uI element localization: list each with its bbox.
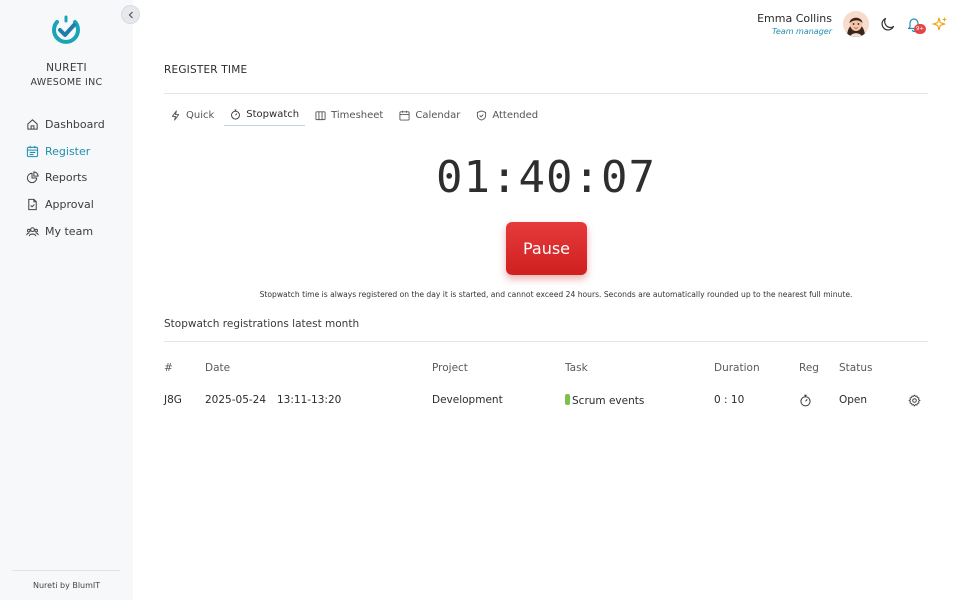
team-icon (26, 226, 39, 236)
row-duration: 0 : 10 (714, 394, 745, 406)
task-color-tag (565, 394, 570, 405)
tab-label: Attended (492, 109, 539, 121)
tab-label: Timesheet (331, 109, 384, 121)
user-avatar-icon (843, 11, 869, 37)
title-divider (164, 93, 928, 94)
avatar[interactable] (843, 11, 869, 37)
tab-label: Calendar (415, 109, 461, 121)
column-header-status: Status (839, 362, 873, 374)
section-title: Stopwatch registrations latest month (164, 318, 360, 330)
column-header-reg: Reg (799, 362, 819, 374)
collapse-sidebar-button[interactable] (121, 5, 140, 24)
tab-timesheet[interactable]: Timesheet (309, 104, 389, 126)
tab-label: Stopwatch (246, 109, 300, 120)
tab-label: Quick (186, 109, 215, 121)
stopwatch-notice: Stopwatch time is always registered on t… (259, 290, 853, 299)
column-header-task: Task (565, 362, 588, 374)
stopwatch-timer: 01:40:07 (436, 152, 656, 203)
row-id: J8G (164, 394, 182, 406)
tab-quick[interactable]: Quick (164, 104, 220, 126)
lightning-icon (171, 109, 180, 121)
sidebar-item-label: My team (45, 224, 94, 238)
columns-icon (315, 110, 326, 120)
column-header-duration: Duration (714, 362, 760, 374)
sidebar-item-dashboard[interactable]: Dashboard (26, 111, 105, 138)
nureti-logo-icon (52, 15, 80, 44)
register-tabs: Quick Stopwatch Timesheet Calendar Atten… (164, 104, 548, 126)
gear-icon[interactable] (908, 394, 921, 407)
home-icon (27, 119, 38, 130)
column-header-id: # (164, 362, 173, 374)
sidebar-item-label: Dashboard (45, 117, 105, 131)
chevron-left-icon (128, 11, 133, 18)
sparkle-ai-icon[interactable] (932, 16, 948, 32)
org-subname: AWESOME INC (30, 77, 103, 88)
notification-badge: 9+ (914, 24, 926, 34)
row-task: Scrum events (565, 394, 644, 407)
row-time: 13:11-13:20 (277, 394, 342, 406)
org-name: NURETI (46, 62, 87, 74)
pause-button[interactable]: Pause (506, 222, 587, 275)
user-name: Emma Collins (757, 12, 832, 25)
tab-calendar[interactable]: Calendar (393, 104, 466, 126)
sidebar-item-my-team[interactable]: My team (26, 218, 105, 245)
tab-stopwatch[interactable]: Stopwatch (224, 104, 306, 126)
calendar-icon (399, 110, 410, 121)
user-role: Team manager (771, 27, 832, 36)
stopwatch-icon (231, 109, 241, 120)
column-header-date: Date (205, 362, 231, 374)
row-task-label: Scrum events (572, 395, 645, 407)
dark-mode-moon-icon[interactable] (880, 16, 896, 32)
column-header-project: Project (432, 362, 468, 374)
stopwatch-icon (800, 394, 811, 407)
row-project: Development (432, 394, 503, 406)
shield-check-icon (477, 109, 487, 121)
page-title: REGISTER TIME (164, 64, 248, 76)
section-divider (164, 341, 928, 342)
sidebar: NURETI AWESOME INC Dashboard Register Re… (0, 0, 133, 600)
sidebar-divider (12, 570, 120, 571)
row-status: Open (839, 394, 868, 406)
tab-attended[interactable]: Attended (470, 104, 544, 126)
row-date: 2025-05-24 (205, 394, 267, 406)
sidebar-footer: Nureti by BlumIT (33, 581, 101, 590)
